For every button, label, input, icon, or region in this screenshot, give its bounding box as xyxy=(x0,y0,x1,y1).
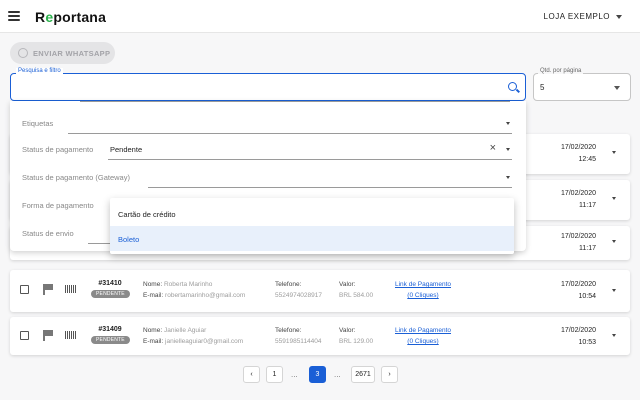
flag-icon[interactable] xyxy=(43,330,53,341)
value-info: Valor: BRL 129.00 xyxy=(339,327,374,345)
flag-icon[interactable] xyxy=(43,284,53,295)
order-number: #31409 xyxy=(98,326,122,333)
customer-info: Nome: Roberta Marinho E-mail: robertamar… xyxy=(143,281,246,299)
items-per-page-label: Qtd. por página xyxy=(538,68,584,74)
chevron-down-icon[interactable] xyxy=(612,289,616,292)
next-page-button[interactable]: › xyxy=(381,366,398,383)
customer-name: Janielle Aguiar xyxy=(163,327,207,334)
page-button-last[interactable]: 2671 xyxy=(351,366,375,383)
prev-page-button[interactable]: ‹ xyxy=(243,366,260,383)
payment-link-clicks: (0 Cliques) xyxy=(407,292,439,299)
page-button-first[interactable]: 1 xyxy=(266,366,283,383)
order-value: BRL 584.00 xyxy=(339,292,374,299)
customer-phone: 5591985114404 xyxy=(275,338,322,345)
phone-info: Telefone: 5591985114404 xyxy=(275,327,322,345)
page-button-current[interactable]: 3 xyxy=(309,366,326,383)
order-datetime: 17/02/2020 11:17 xyxy=(560,233,596,252)
payment-method-dropdown: Cartão de crédito Boleto xyxy=(110,198,514,254)
items-per-page-value: 5 xyxy=(540,83,545,92)
customer-email: robertamarinho@gmail.com xyxy=(165,292,246,299)
divider xyxy=(80,101,510,102)
chevron-down-icon[interactable] xyxy=(612,240,616,243)
order-datetime: 17/02/2020 10:54 xyxy=(560,281,596,300)
hamburger-menu-icon[interactable] xyxy=(8,11,20,21)
customer-name: Roberta Marinho xyxy=(163,281,213,288)
filter-payment-method-label: Forma de pagamento xyxy=(22,201,94,210)
payment-link[interactable]: Link de Pagamento (0 Cliques) xyxy=(390,279,456,301)
search-icon[interactable] xyxy=(508,82,517,91)
order-card[interactable]: #31409 PENDENTE Nome: Janielle Aguiar E-… xyxy=(10,317,630,355)
select-checkbox[interactable] xyxy=(20,285,29,294)
status-badge: PENDENTE xyxy=(91,290,130,298)
order-value: BRL 129.00 xyxy=(339,338,374,345)
chevron-down-icon[interactable] xyxy=(612,197,616,200)
filter-tags-label: Etiquetas xyxy=(22,119,54,128)
barcode-icon[interactable] xyxy=(65,331,76,339)
chevron-down-icon xyxy=(506,148,510,151)
chevron-down-icon xyxy=(506,176,510,179)
phone-info: Telefone: 5524974028917 xyxy=(275,281,322,299)
search-label: Pesquisa e filtro xyxy=(16,68,63,74)
order-number: #31410 xyxy=(98,280,122,287)
chevron-down-icon[interactable] xyxy=(612,151,616,154)
send-whatsapp-button[interactable]: ENVIAR WHATSAPP xyxy=(10,42,115,64)
items-per-page-select[interactable]: 5 xyxy=(533,73,631,101)
filter-shipping-status-label: Status de envio xyxy=(22,229,74,238)
pagination-ellipsis: ... xyxy=(291,370,298,379)
payment-link-clicks: (0 Cliques) xyxy=(407,338,439,345)
dropdown-option-boleto[interactable]: Boleto xyxy=(110,226,514,251)
filter-gateway-status[interactable]: Status de pagamento (Gateway) xyxy=(10,167,526,189)
value-info: Valor: BRL 584.00 xyxy=(339,281,374,299)
top-bar: Reportana LOJA EXEMPLO xyxy=(0,0,640,33)
order-card[interactable]: #31410 PENDENTE Nome: Roberta Marinho E-… xyxy=(10,270,630,312)
send-whatsapp-label: ENVIAR WHATSAPP xyxy=(33,48,111,58)
filter-payment-status-value: Pendente xyxy=(110,145,143,154)
payment-link[interactable]: Link de Pagamento (0 Cliques) xyxy=(390,325,456,347)
filter-gateway-status-label: Status de pagamento (Gateway) xyxy=(22,173,130,182)
store-name: LOJA EXEMPLO xyxy=(543,12,610,21)
chevron-down-icon xyxy=(616,14,622,19)
pagination-ellipsis: ... xyxy=(334,370,341,379)
clear-icon[interactable]: × xyxy=(490,142,496,154)
filter-tags[interactable]: Etiquetas xyxy=(10,113,526,135)
customer-email: janielleaguiar0@gmail.com xyxy=(165,338,244,345)
filter-payment-status-label: Status de pagamento xyxy=(22,145,94,154)
store-selector[interactable]: LOJA EXEMPLO xyxy=(544,12,622,21)
filter-payment-status[interactable]: Status de pagamento Pendente × xyxy=(10,139,526,161)
customer-info: Nome: Janielle Aguiar E-mail: janielleag… xyxy=(143,327,244,345)
status-badge: PENDENTE xyxy=(91,336,130,344)
chevron-down-icon xyxy=(506,122,510,125)
order-datetime: 17/02/2020 12:45 xyxy=(560,144,596,163)
order-datetime: 17/02/2020 11:17 xyxy=(560,190,596,209)
logo: Reportana xyxy=(35,9,107,25)
barcode-icon[interactable] xyxy=(65,285,76,293)
order-datetime: 17/02/2020 10:53 xyxy=(560,327,596,346)
dropdown-option-credit-card[interactable]: Cartão de crédito xyxy=(110,201,514,226)
chevron-down-icon[interactable] xyxy=(612,334,616,337)
whatsapp-icon xyxy=(18,48,28,58)
pagination: ‹ 1 ... 3 ... 2671 › xyxy=(0,366,640,384)
chevron-down-icon xyxy=(614,86,620,90)
search-input[interactable] xyxy=(10,73,526,101)
customer-phone: 5524974028917 xyxy=(275,292,322,299)
select-checkbox[interactable] xyxy=(20,331,29,340)
